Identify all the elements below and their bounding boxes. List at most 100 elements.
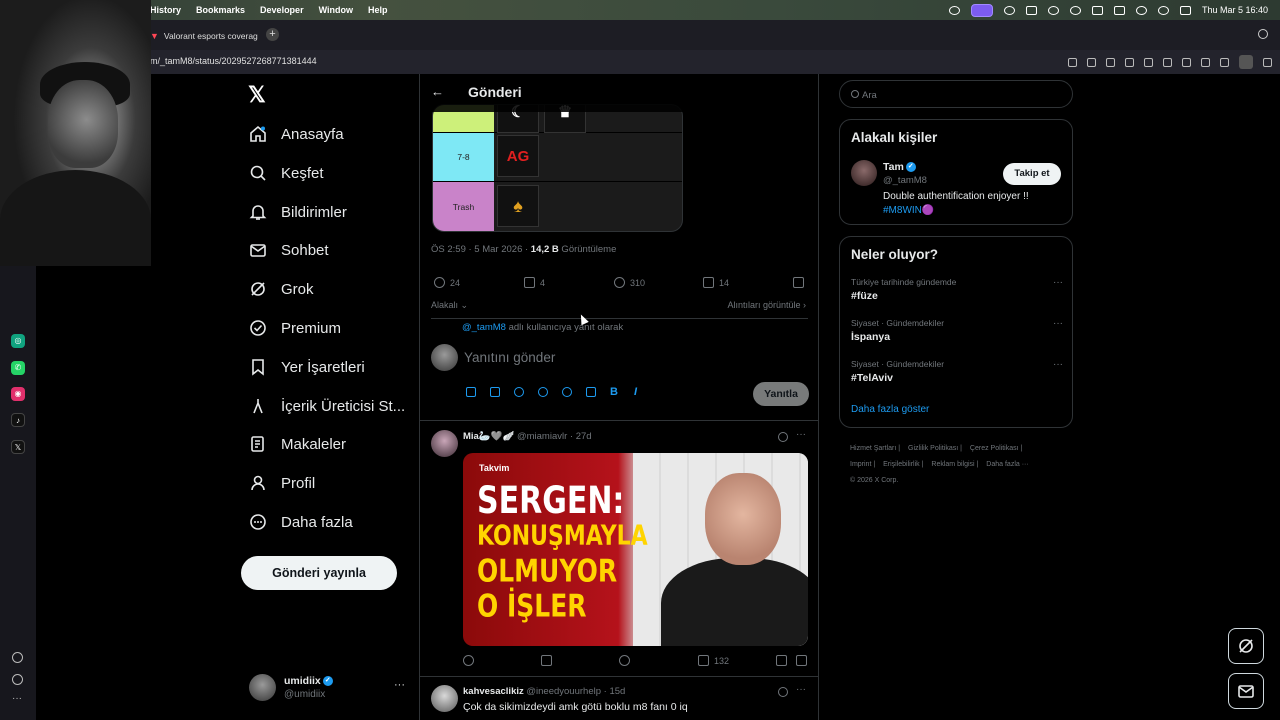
nav-bookmarks[interactable]: Yer İşaretleri — [249, 355, 365, 379]
tierlist-image[interactable]: ☾ ♛ 7-8 AG Trash ♠ — [432, 104, 683, 232]
menu-help[interactable]: Help — [368, 5, 388, 15]
play-icon[interactable] — [1144, 57, 1153, 67]
sidebar-toggle-icon[interactable] — [1263, 57, 1272, 67]
trend-more-icon[interactable]: ··· — [1053, 359, 1063, 370]
footer-link[interactable]: Hizmet Şartları | — [850, 445, 900, 452]
menu-developer[interactable]: Developer — [260, 5, 304, 15]
menu-icon[interactable] — [1220, 57, 1229, 67]
wifi-icon[interactable] — [1135, 5, 1147, 15]
whatsapp-icon[interactable]: ✆ — [11, 361, 25, 375]
grok-icon[interactable] — [778, 687, 788, 697]
trend-more-icon[interactable]: ··· — [1053, 318, 1063, 329]
new-tab-button[interactable]: + — [266, 28, 279, 41]
person-handle[interactable]: @_tamM8 — [883, 175, 927, 186]
person-name-row[interactable]: Tam ✓ — [883, 161, 916, 173]
nav-profile[interactable]: Profil — [249, 471, 315, 495]
trend-item[interactable]: Türkiye tarihinde gündemde #füze ··· — [851, 277, 1063, 302]
tweet-age[interactable]: · 27d — [570, 431, 592, 442]
trend-item[interactable]: Siyaset · Gündemdekiler İspanya ··· — [851, 318, 1063, 343]
browser-profile-avatar[interactable] — [1239, 55, 1253, 69]
reply-action[interactable] — [463, 655, 474, 666]
tweet-more-icon[interactable]: ··· — [796, 429, 806, 440]
menu-window[interactable]: Window — [319, 5, 353, 15]
tweet-author-name[interactable]: Mia🦢🩶🪽 — [463, 431, 514, 442]
bookmark-action[interactable] — [776, 655, 787, 666]
footer-link[interactable]: Imprint | — [850, 461, 875, 468]
like-action[interactable] — [619, 655, 630, 666]
menu-bookmarks[interactable]: Bookmarks — [196, 5, 245, 15]
account-switcher[interactable]: umidiix ✓ @umidiix ··· — [249, 673, 409, 703]
flag-icon[interactable] — [586, 387, 596, 397]
browser-tab[interactable]: ▼ Valorant esports coverag — [150, 26, 260, 46]
nav-messages[interactable]: Sohbet — [249, 238, 329, 262]
tweet-more-icon[interactable]: ··· — [796, 684, 806, 695]
share-icon[interactable] — [1163, 57, 1172, 67]
reply-action[interactable]: 24 — [434, 277, 460, 288]
location-icon[interactable] — [562, 387, 572, 397]
image-icon[interactable] — [466, 387, 476, 397]
italic-icon[interactable]: I — [634, 387, 644, 398]
person-hashtag[interactable]: #M8WIN🟣 — [883, 205, 934, 216]
reply-button[interactable]: Yanıtla — [753, 382, 809, 406]
url-field[interactable]: m/_tamM8/status/2029527268771381444 — [150, 56, 317, 66]
more-icon[interactable]: ··· — [12, 694, 23, 706]
edit-icon[interactable] — [1068, 57, 1077, 67]
favorites-heart-icon[interactable] — [12, 652, 23, 663]
nav-more[interactable]: Daha fazla — [249, 510, 353, 534]
status-keyboard-icon[interactable] — [1091, 5, 1103, 15]
avatar[interactable] — [851, 160, 877, 186]
messages-fab-button[interactable] — [1228, 673, 1264, 709]
tweet-age[interactable]: · 15d — [604, 686, 626, 697]
tweet-author-handle[interactable]: @ineedyouurhelp — [526, 686, 601, 697]
bold-icon[interactable]: B — [610, 387, 620, 398]
tiktok-icon[interactable]: ♪ — [11, 413, 25, 427]
nav-grok[interactable]: Grok — [249, 277, 314, 301]
grok-icon[interactable] — [778, 432, 788, 442]
battery-icon[interactable] — [1113, 5, 1125, 15]
account-more-icon[interactable]: ··· — [394, 679, 405, 691]
trend-more-icon[interactable]: ··· — [1053, 277, 1063, 288]
camera-icon[interactable] — [1087, 57, 1096, 67]
show-more-link[interactable]: Daha fazla göster — [851, 404, 929, 415]
status-gear-icon[interactable] — [1003, 5, 1015, 15]
menubar-clock[interactable]: Thu Mar 5 16:40 — [1202, 5, 1268, 15]
history-clock-icon[interactable] — [12, 674, 23, 685]
search-input[interactable] — [862, 85, 1062, 105]
footer-link[interactable]: Çerez Politikası | — [970, 445, 1022, 452]
nav-home[interactable]: Anasayfa — [249, 122, 344, 146]
status-app-icon[interactable] — [948, 5, 960, 15]
repost-action[interactable]: 4 — [524, 277, 545, 288]
tab-search-icon[interactable] — [1258, 29, 1268, 39]
avatar[interactable] — [431, 430, 458, 457]
nav-premium[interactable]: Premium — [249, 316, 341, 340]
emoji-icon[interactable] — [538, 387, 548, 397]
like-action[interactable]: 310 — [614, 277, 645, 288]
tweet-media-image[interactable]: Takvim SERGEN: KONUŞMAYLA OLMUYOR O İŞLE… — [463, 453, 808, 646]
trend-item[interactable]: Siyaset · Gündemdekiler #TelAviv ··· — [851, 359, 1063, 384]
gif-icon[interactable] — [490, 387, 500, 397]
status-play-icon[interactable] — [1047, 5, 1059, 15]
x-app-icon[interactable]: 𝕏 — [11, 440, 25, 454]
extension-icon[interactable] — [1125, 57, 1134, 67]
status-cloud-icon[interactable] — [1025, 5, 1037, 15]
share-action[interactable] — [793, 277, 804, 288]
avatar[interactable] — [431, 685, 458, 712]
post-button[interactable]: Gönderi yayınla — [241, 556, 397, 590]
chatgpt-icon[interactable]: ◎ — [11, 334, 25, 348]
footer-link[interactable]: Erişilebilirlik | — [883, 461, 923, 468]
repost-action[interactable] — [541, 655, 552, 666]
follow-button[interactable]: Takip et — [1003, 163, 1061, 185]
spotlight-icon[interactable] — [1157, 5, 1169, 15]
instagram-icon[interactable]: ◉ — [11, 387, 25, 401]
tweet-author-name[interactable]: kahvesaclikiz — [463, 686, 524, 697]
control-center-icon[interactable] — [1179, 5, 1191, 15]
nav-explore[interactable]: Keşfet — [249, 161, 324, 185]
share-action[interactable] — [796, 655, 807, 666]
footer-link[interactable]: Reklam bilgisi | — [931, 461, 978, 468]
menu-history[interactable]: History — [150, 5, 181, 15]
shield-icon[interactable] — [1106, 57, 1115, 67]
back-arrow-icon[interactable]: ← — [431, 84, 444, 99]
screen-record-icon[interactable] — [970, 3, 993, 17]
status-user-icon[interactable] — [1069, 5, 1081, 15]
tweet-author-handle[interactable]: @miamiavlr — [517, 431, 567, 442]
